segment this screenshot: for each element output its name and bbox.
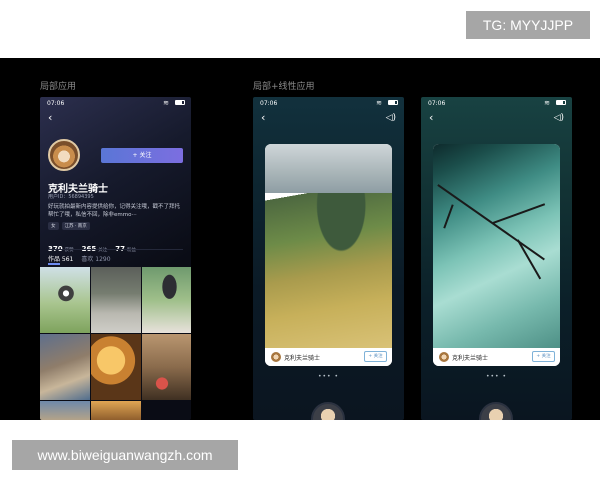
speaker-icon[interactable]: ◁) bbox=[554, 113, 564, 123]
work-thumbnail[interactable] bbox=[142, 334, 191, 400]
work-thumbnail[interactable] bbox=[40, 334, 90, 400]
divider bbox=[48, 249, 183, 250]
wifi-icon: ≋ bbox=[544, 99, 550, 107]
bottom-avatar[interactable] bbox=[311, 402, 345, 420]
follow-button[interactable]: + 关注 bbox=[101, 148, 183, 163]
avatar[interactable] bbox=[48, 139, 80, 171]
section-label-local-linear: 局部+线性应用 bbox=[253, 82, 315, 92]
card-follow-button[interactable]: + 关注 bbox=[532, 351, 555, 362]
status-bar: 07:06 ≋ bbox=[253, 97, 404, 109]
bottom-avatar[interactable] bbox=[479, 402, 513, 420]
battery-icon bbox=[175, 100, 185, 105]
content-card[interactable]: 克利夫兰骑士 + 关注 bbox=[433, 144, 560, 366]
battery-icon bbox=[388, 100, 398, 105]
battery-icon bbox=[556, 100, 566, 105]
card-footer: 克利夫兰骑士 + 关注 bbox=[265, 348, 392, 366]
work-thumbnail[interactable] bbox=[91, 267, 141, 333]
phone-card-landscape: 07:06 ≋ ‹ ◁) 克利夫兰骑士 + 关注 ••• • bbox=[253, 97, 404, 420]
tab-indicator bbox=[48, 263, 60, 265]
profile-stats: 370 获赞 265 关注 77 粉丝 bbox=[48, 236, 136, 255]
pager-dots: ••• • bbox=[485, 373, 508, 380]
work-thumbnail[interactable] bbox=[91, 401, 141, 420]
wifi-icon: ≋ bbox=[376, 99, 382, 107]
work-thumbnail[interactable] bbox=[142, 267, 191, 333]
card-photo-terraces[interactable] bbox=[265, 144, 392, 348]
pager-dots: ••• • bbox=[317, 373, 340, 380]
screenshot-canvas: TG: MYYJJPP 局部应用 局部+线性应用 07:06 ≋ ‹ + 关注 … bbox=[0, 0, 600, 480]
stat-followers[interactable]: 77 粉丝 bbox=[115, 236, 136, 255]
watermark-top: TG: MYYJJPP bbox=[466, 11, 590, 39]
tab-works[interactable]: 作品 561 bbox=[48, 254, 73, 263]
work-thumbnail[interactable] bbox=[40, 401, 90, 420]
stat-likes[interactable]: 370 获赞 bbox=[48, 236, 74, 255]
wifi-icon: ≋ bbox=[163, 99, 169, 107]
back-icon[interactable]: ‹ bbox=[429, 111, 433, 124]
profile-tags: 女 江苏 · 南京 bbox=[48, 222, 90, 230]
section-label-local: 局部应用 bbox=[40, 82, 77, 92]
card-follow-button[interactable]: + 关注 bbox=[364, 351, 387, 362]
author-avatar[interactable] bbox=[271, 352, 281, 362]
status-bar: 07:06 ≋ bbox=[421, 97, 572, 109]
tab-likes[interactable]: 喜欢 1290 bbox=[81, 254, 110, 263]
branch-shape bbox=[437, 184, 545, 260]
work-thumbnail[interactable] bbox=[40, 267, 90, 333]
status-time: 07:06 bbox=[428, 100, 446, 107]
profile-uid: 用户ID：56894395 bbox=[48, 194, 94, 200]
phone-profile: 07:06 ≋ ‹ + 关注 克利夫兰骑士 用户ID：56894395 好玩就拍… bbox=[40, 97, 191, 420]
tag-gender: 女 bbox=[48, 222, 59, 230]
work-thumbnail[interactable] bbox=[91, 334, 141, 400]
branch-shape bbox=[443, 204, 454, 229]
status-time: 07:06 bbox=[260, 100, 278, 107]
card-photo-water[interactable] bbox=[433, 144, 560, 348]
author-name[interactable]: 克利夫兰骑士 bbox=[452, 353, 488, 362]
stat-following[interactable]: 265 关注 bbox=[82, 236, 108, 255]
card-footer: 克利夫兰骑士 + 关注 bbox=[433, 348, 560, 366]
tag-location: 江苏 · 南京 bbox=[61, 222, 90, 230]
status-time: 07:06 bbox=[47, 100, 65, 107]
back-icon[interactable]: ‹ bbox=[261, 111, 265, 124]
back-icon[interactable]: ‹ bbox=[48, 111, 52, 124]
status-bar: 07:06 ≋ bbox=[40, 97, 191, 109]
profile-tabs: 作品 561 喜欢 1290 bbox=[48, 254, 111, 263]
profile-bio: 好玩就拍最新内容提供给你，记得关注哦，戳不了拜托帮忙了哦，私信不回，除非emmo… bbox=[48, 204, 181, 218]
phone-card-water: 07:06 ≋ ‹ ◁) 克利夫兰骑士 + 关注 ••• • bbox=[421, 97, 572, 420]
branch-shape bbox=[517, 239, 542, 280]
author-name[interactable]: 克利夫兰骑士 bbox=[284, 353, 320, 362]
watermark-bottom: www.biweiguanwangzh.com bbox=[12, 440, 238, 470]
speaker-icon[interactable]: ◁) bbox=[386, 113, 396, 123]
author-avatar[interactable] bbox=[439, 352, 449, 362]
content-card[interactable]: 克利夫兰骑士 + 关注 bbox=[265, 144, 392, 366]
branch-shape bbox=[492, 203, 545, 224]
